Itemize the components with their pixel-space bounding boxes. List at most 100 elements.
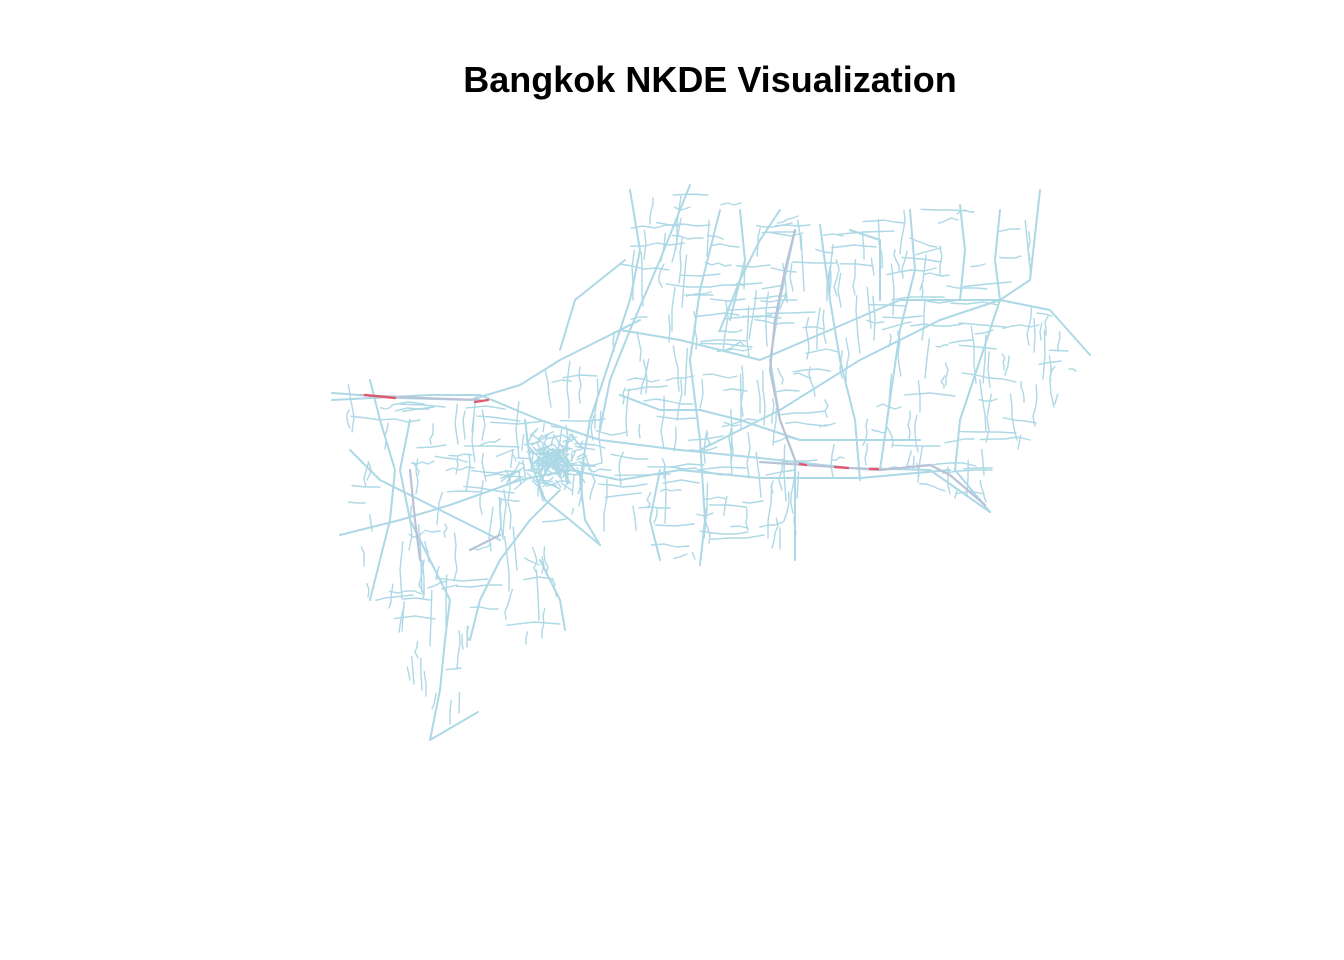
- local-street: [899, 209, 906, 255]
- local-street: [845, 337, 850, 387]
- local-street: [958, 344, 997, 350]
- local-street: [940, 375, 946, 389]
- local-street: [672, 193, 709, 196]
- local-street: [998, 228, 1021, 233]
- local-street: [771, 398, 775, 424]
- local-street: [643, 229, 647, 260]
- local-street: [661, 457, 666, 479]
- local-street: [792, 368, 831, 373]
- local-street: [506, 621, 561, 627]
- local-street: [660, 395, 665, 450]
- local-street: [759, 521, 784, 528]
- local-street: [862, 219, 906, 224]
- local-street: [381, 418, 421, 423]
- arterial-road: [331, 394, 991, 513]
- local-street: [746, 432, 751, 479]
- local-street: [1001, 353, 1006, 371]
- local-street: [901, 256, 942, 263]
- local-street: [1004, 355, 1010, 376]
- local-street: [717, 329, 743, 333]
- arterial-road: [369, 379, 396, 601]
- local-street: [699, 530, 749, 535]
- local-street: [653, 508, 658, 524]
- local-street: [454, 403, 459, 445]
- local-street: [831, 244, 877, 249]
- local-street: [544, 370, 552, 408]
- local-street: [399, 540, 404, 599]
- arterial-road: [699, 299, 1091, 451]
- local-street: [837, 272, 842, 308]
- local-street: [542, 422, 545, 433]
- local-street: [664, 466, 667, 524]
- arterial-road: [331, 319, 641, 401]
- local-street: [805, 348, 839, 355]
- local-street: [420, 657, 423, 691]
- local-street: [745, 507, 749, 531]
- local-street: [465, 405, 506, 410]
- local-street: [638, 423, 641, 439]
- local-street: [676, 379, 683, 421]
- local-street: [461, 633, 464, 650]
- local-street: [1068, 368, 1077, 372]
- local-street: [1033, 317, 1036, 353]
- local-street: [1002, 417, 1037, 424]
- local-street: [1048, 354, 1055, 408]
- local-street: [610, 453, 649, 460]
- arterial-road: [649, 469, 661, 561]
- local-street: [681, 254, 688, 308]
- arterial-road: [994, 209, 1001, 301]
- local-street: [673, 426, 677, 452]
- local-street: [566, 360, 571, 419]
- local-street: [529, 427, 539, 437]
- local-street: [998, 255, 1022, 259]
- local-street: [625, 387, 630, 437]
- local-street: [790, 476, 796, 514]
- local-street: [1020, 381, 1025, 403]
- local-street: [684, 347, 689, 396]
- local-street: [525, 631, 529, 645]
- local-street: [443, 522, 448, 538]
- local-street: [578, 366, 582, 404]
- local-street: [589, 473, 596, 500]
- arterial-road: [729, 209, 746, 321]
- local-street: [720, 202, 742, 206]
- local-street: [938, 245, 943, 277]
- local-street: [948, 339, 973, 344]
- local-street: [1024, 219, 1032, 277]
- local-street: [434, 455, 468, 463]
- local-street: [456, 630, 461, 670]
- local-street: [469, 606, 499, 610]
- local-street: [881, 321, 912, 331]
- local-street: [735, 264, 771, 268]
- local-street: [937, 217, 959, 225]
- local-street: [1042, 329, 1046, 380]
- local-street: [710, 243, 740, 248]
- local-street: [923, 272, 950, 277]
- local-street: [861, 231, 865, 260]
- local-street: [912, 455, 915, 471]
- local-street: [375, 594, 414, 601]
- local-street: [963, 467, 993, 470]
- local-street: [416, 444, 447, 449]
- local-street: [431, 692, 437, 710]
- local-street: [446, 490, 482, 493]
- local-street: [765, 291, 770, 347]
- local-street: [504, 588, 514, 620]
- local-street: [836, 230, 895, 236]
- local-street: [906, 450, 912, 467]
- local-street: [670, 463, 705, 468]
- local-street: [702, 373, 738, 379]
- local-street: [958, 322, 1007, 328]
- local-street: [406, 666, 411, 681]
- local-street: [571, 507, 575, 515]
- local-street: [414, 640, 419, 659]
- local-street: [886, 426, 894, 448]
- local-street: [673, 553, 688, 560]
- local-street: [907, 410, 911, 441]
- local-street: [978, 398, 998, 402]
- local-street: [490, 420, 546, 425]
- local-street: [597, 483, 648, 488]
- local-street: [862, 418, 869, 446]
- local-street: [765, 311, 816, 315]
- local-street: [643, 398, 694, 405]
